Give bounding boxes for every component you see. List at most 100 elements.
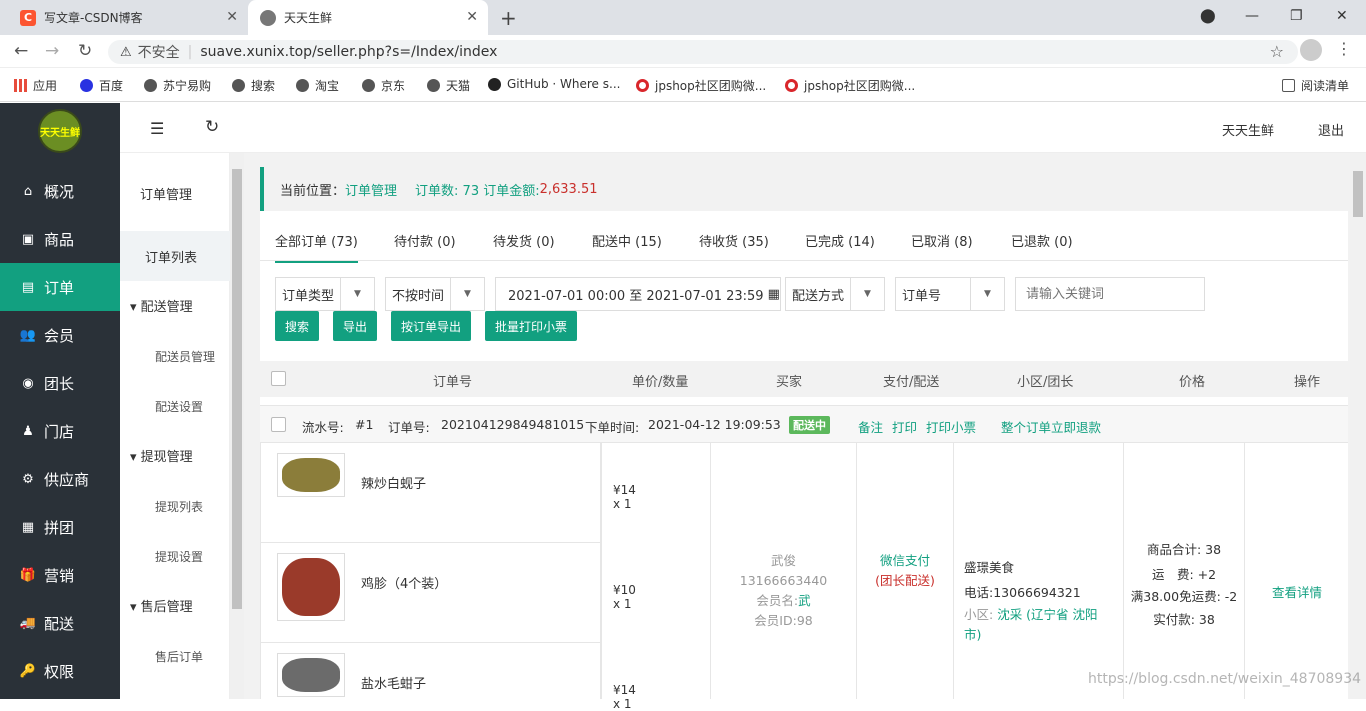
sidebar-item-orders[interactable]: ▤ 订单 bbox=[0, 263, 120, 311]
bookmark-jd[interactable]: 京东 bbox=[362, 77, 405, 94]
sidebar-item-overview[interactable]: ⌂ 概况 bbox=[0, 167, 120, 215]
tab-unshipped[interactable]: 待发货 (0) bbox=[493, 231, 555, 250]
subnav-group-aftersale[interactable]: ▾ 售后管理 bbox=[130, 596, 193, 615]
more-menu-icon[interactable]: ⋮ bbox=[1336, 39, 1352, 58]
subnav-item-delivery-settings[interactable]: 配送设置 bbox=[155, 398, 203, 415]
subnav-item-aftersale-orders[interactable]: 售后订单 bbox=[155, 648, 203, 665]
reading-list[interactable]: 阅读清单 bbox=[1282, 77, 1349, 94]
browser-tab-csdn[interactable]: C 写文章-CSDN博客 ✕ bbox=[8, 0, 248, 35]
avatar[interactable] bbox=[1300, 39, 1322, 61]
subnav-item-withdraw-list[interactable]: 提现列表 bbox=[155, 498, 203, 515]
sidebar-item-label: 订单 bbox=[44, 278, 75, 297]
view-detail-link[interactable]: 查看详情 bbox=[1272, 585, 1322, 600]
tab-unpaid[interactable]: 待付款 (0) bbox=[394, 231, 456, 250]
refresh-icon[interactable]: ↻ bbox=[205, 117, 219, 137]
browser-tab-active[interactable]: 天天生鲜 ✕ bbox=[248, 0, 488, 35]
logout-link[interactable]: 退出 bbox=[1318, 120, 1344, 139]
sidebar-item-goods[interactable]: ▣ 商品 bbox=[0, 215, 120, 263]
tab-delivering[interactable]: 配送中 (15) bbox=[592, 231, 662, 250]
product-thumbnail[interactable] bbox=[277, 653, 345, 697]
print-receipt-link[interactable]: 打印小票 bbox=[926, 417, 976, 436]
scrollbar-thumb[interactable] bbox=[232, 169, 242, 609]
scrollbar-thumb[interactable] bbox=[1353, 171, 1363, 217]
minimize-icon[interactable]: — bbox=[1245, 8, 1259, 24]
tab-completed[interactable]: 已完成 (14) bbox=[805, 231, 875, 250]
subnav-group-delivery[interactable]: ▾ 配送管理 bbox=[130, 296, 193, 315]
globe-icon bbox=[427, 79, 440, 92]
remark-link[interactable]: 备注 bbox=[858, 417, 883, 436]
subnav-item-withdraw-settings[interactable]: 提现设置 bbox=[155, 548, 203, 565]
select-value: 配送方式 bbox=[792, 288, 845, 304]
back-icon[interactable]: ← bbox=[14, 41, 28, 61]
subnav-item-order-list[interactable]: 订单列表 bbox=[120, 231, 230, 281]
restore-icon[interactable]: ❐ bbox=[1290, 8, 1303, 24]
column-header: 买家 bbox=[776, 375, 803, 390]
tab-cancelled[interactable]: 已取消 (8) bbox=[911, 231, 973, 250]
product-name: 鸡胗（4个装） bbox=[361, 577, 448, 592]
payment-method: 微信支付 bbox=[879, 553, 930, 568]
product-thumbnail[interactable] bbox=[277, 553, 345, 621]
sidebar-item-stores[interactable]: ♟ 门店 bbox=[0, 407, 120, 455]
sidebar-item-suppliers[interactable]: ⚙ 供应商 bbox=[0, 455, 120, 503]
select-all-checkbox[interactable] bbox=[271, 371, 286, 386]
tab-all[interactable]: 全部订单 (73) bbox=[275, 231, 358, 263]
close-window-icon[interactable]: ✕ bbox=[1336, 8, 1348, 24]
product-name: 盐水毛蚶子 bbox=[361, 677, 427, 692]
keyword-input[interactable] bbox=[1015, 277, 1205, 311]
shop-name[interactable]: 天天生鲜 bbox=[1222, 120, 1274, 139]
sidebar-item-marketing[interactable]: 🎁 营销 bbox=[0, 551, 120, 599]
bookmark-github[interactable]: GitHub · Where s... bbox=[488, 77, 620, 91]
new-tab-icon[interactable]: + bbox=[500, 6, 517, 30]
refund-order-link[interactable]: 整个订单立即退款 bbox=[1001, 417, 1101, 436]
subnav-scrollbar[interactable] bbox=[230, 153, 244, 699]
bookmark-apps[interactable]: 应用 bbox=[14, 77, 57, 94]
breadcrumb-location[interactable]: 订单管理 bbox=[345, 180, 397, 199]
profile-menu-icon[interactable]: ⬤ bbox=[1200, 8, 1216, 24]
member-name-link[interactable]: 武 bbox=[798, 593, 811, 608]
forward-icon[interactable]: → bbox=[45, 41, 59, 61]
page-scrollbar[interactable] bbox=[1350, 153, 1366, 699]
sidebar-item-leaders[interactable]: ◉ 团长 bbox=[0, 359, 120, 407]
order-type-select[interactable]: 订单类型 ▼ bbox=[275, 277, 375, 311]
bookmark-search[interactable]: 搜索 bbox=[232, 77, 275, 94]
sidebar-item-group-buy[interactable]: ▦ 拼团 bbox=[0, 503, 120, 551]
product-thumbnail[interactable] bbox=[277, 453, 345, 497]
reload-icon[interactable]: ↻ bbox=[78, 41, 92, 61]
select-value: 不按时间 bbox=[392, 288, 445, 304]
batch-print-button[interactable]: 批量打印小票 bbox=[485, 311, 577, 341]
menu-toggle-icon[interactable]: ☰ bbox=[150, 119, 164, 138]
time-mode-select[interactable]: 不按时间 ▼ bbox=[385, 277, 485, 311]
supplier-icon: ⚙ bbox=[22, 471, 34, 487]
bookmark-baidu[interactable]: 百度 bbox=[80, 77, 123, 94]
close-tab-icon[interactable]: ✕ bbox=[466, 9, 478, 25]
export-by-order-button[interactable]: 按订单导出 bbox=[391, 311, 471, 341]
print-link[interactable]: 打印 bbox=[892, 417, 917, 436]
bookmark-tmall[interactable]: 天猫 bbox=[427, 77, 470, 94]
sidebar-item-delivery[interactable]: 🚚 配送 bbox=[0, 599, 120, 647]
export-button[interactable]: 导出 bbox=[333, 311, 377, 341]
sidebar-item-members[interactable]: 👥 会员 bbox=[0, 311, 120, 359]
sidebar-item-label: 商品 bbox=[44, 230, 75, 249]
search-field-select[interactable]: 订单号 ▼ bbox=[895, 277, 1005, 311]
tab-awaiting-receipt[interactable]: 待收货 (35) bbox=[699, 231, 769, 250]
close-tab-icon[interactable]: ✕ bbox=[226, 9, 238, 25]
bookmark-suning[interactable]: 苏宁易购 bbox=[144, 77, 211, 94]
logo[interactable]: 天天生鲜 bbox=[38, 109, 82, 153]
product-price: ¥14 x 1 bbox=[613, 483, 636, 511]
subnav-title[interactable]: 订单管理 bbox=[140, 184, 192, 203]
bookmark-taobao[interactable]: 淘宝 bbox=[296, 77, 339, 94]
serial-number: #1 bbox=[355, 417, 374, 432]
date-range-picker[interactable]: 2021-07-01 00:00 至 2021-07-01 23:59 ▦ bbox=[495, 277, 781, 311]
subnav-group-withdraw[interactable]: ▾ 提现管理 bbox=[130, 446, 193, 465]
bookmark-jpshop-2[interactable]: jpshop社区团购微... bbox=[785, 77, 915, 94]
bookmark-jpshop-1[interactable]: jpshop社区团购微... bbox=[636, 77, 766, 94]
url-field[interactable]: ⚠ 不安全 | suave.xunix.top/seller.php?s=/In… bbox=[108, 40, 1298, 64]
bookmark-star-icon[interactable]: ☆ bbox=[1270, 42, 1284, 61]
subnav-group-label: 提现管理 bbox=[140, 450, 193, 465]
subnav-item-courier-manage[interactable]: 配送员管理 bbox=[155, 348, 215, 365]
sidebar-item-permissions[interactable]: 🔑 权限 bbox=[0, 647, 120, 695]
order-checkbox[interactable] bbox=[271, 417, 286, 432]
delivery-method-select[interactable]: 配送方式 ▼ bbox=[785, 277, 885, 311]
tab-refunded[interactable]: 已退款 (0) bbox=[1011, 231, 1073, 250]
search-button[interactable]: 搜索 bbox=[275, 311, 319, 341]
